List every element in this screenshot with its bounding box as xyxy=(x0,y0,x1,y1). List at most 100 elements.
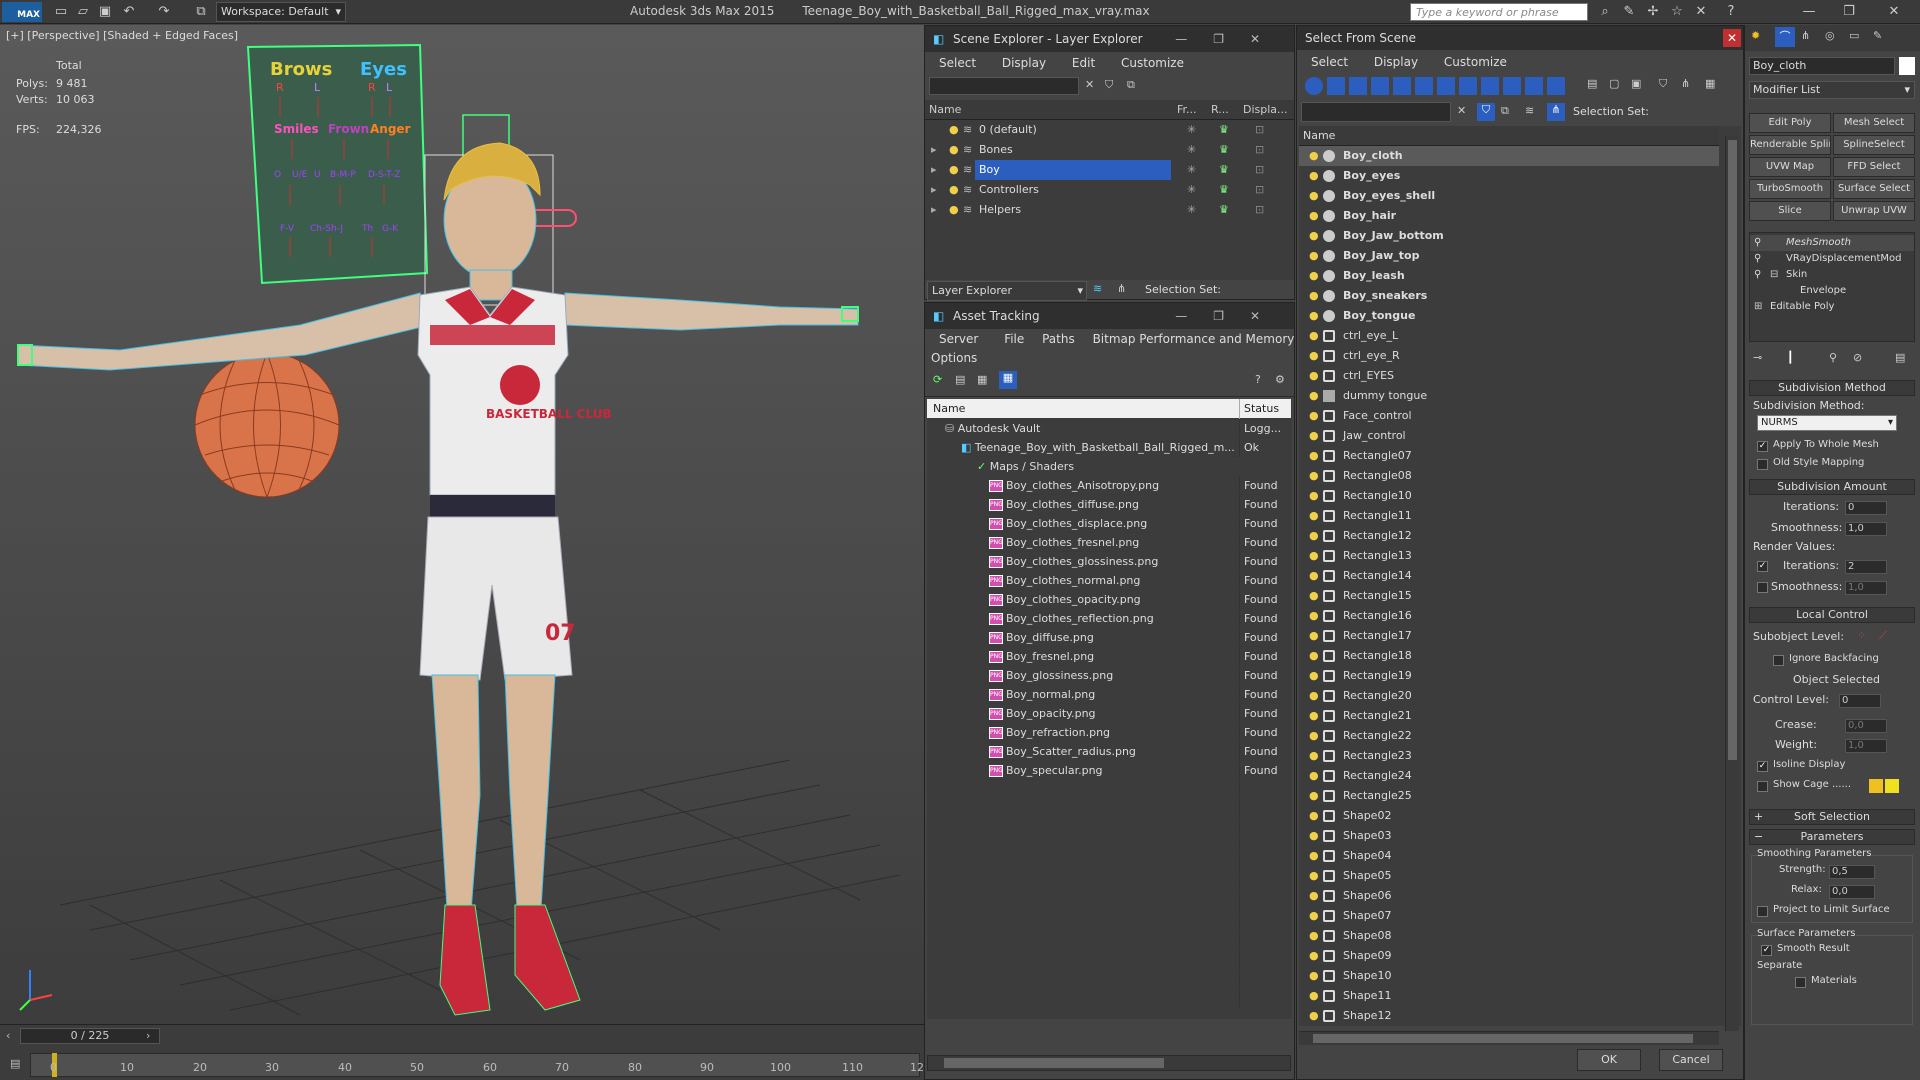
scene-object-row[interactable]: ● Jaw_control xyxy=(1299,426,1719,446)
asset-row[interactable]: ◧ Teenage_Boy_with_Basketball_Ball_Rigge… xyxy=(927,438,1291,457)
asset-row[interactable]: PNG Boy_refraction.png Found xyxy=(927,723,1291,742)
render-icon[interactable]: ♛ xyxy=(1219,180,1229,200)
list-view-icon[interactable]: ▤ xyxy=(955,373,965,386)
light-bulb-icon[interactable]: ● xyxy=(1309,406,1319,426)
render-smoothness-spinner[interactable]: 1,0 xyxy=(1845,581,1887,595)
turbosmooth-button[interactable]: TurboSmooth xyxy=(1749,179,1831,199)
smooth-result-checkbox[interactable]: ✓ xyxy=(1761,945,1772,956)
hierarchy-active-icon[interactable]: ⋔ xyxy=(1547,103,1565,121)
filter-groups-icon[interactable] xyxy=(1437,77,1455,95)
light-bulb-icon[interactable]: ● xyxy=(1309,666,1319,686)
asset-row[interactable]: ✓ Maps / Shaders xyxy=(927,457,1291,476)
timeline[interactable]: ‹ 0 / 225 › ▤ 0 10 20 30 40 50 60 70 80 … xyxy=(0,1024,924,1080)
renderable-spline-button[interactable]: Renderable Spline xyxy=(1749,135,1831,155)
light-bulb-icon[interactable]: ● xyxy=(1309,746,1319,766)
light-bulb-icon[interactable]: ● xyxy=(1309,946,1319,966)
clear-search-icon[interactable]: ✕ xyxy=(1457,104,1466,117)
scene-object-row[interactable]: ● Rectangle20 xyxy=(1299,686,1719,706)
layer-row[interactable]: ▸ ● ≋ Bones ✳ ♛ ⊡ xyxy=(925,140,1294,160)
display-icon[interactable]: ⊡ xyxy=(1255,200,1264,220)
col-asset-name[interactable]: Name xyxy=(933,399,965,419)
spline-select-button[interactable]: SplineSelect xyxy=(1833,135,1915,155)
asset-row[interactable]: PNG Boy_clothes_normal.png Found xyxy=(927,571,1291,590)
table-view-icon[interactable]: ▦ xyxy=(999,371,1017,389)
layer-row[interactable]: ▸ ● ≋ Helpers ✳ ♛ ⊡ xyxy=(925,200,1294,220)
layers-icon[interactable]: ⧉ xyxy=(1127,78,1135,92)
filter-spacewarps-icon[interactable] xyxy=(1415,77,1433,95)
light-bulb-icon[interactable]: ● xyxy=(1309,586,1319,606)
light-bulb-icon[interactable]: ● xyxy=(1309,846,1319,866)
surface-select-button[interactable]: Surface Select xyxy=(1833,179,1915,199)
col-freeze[interactable]: Fr... xyxy=(1177,100,1197,120)
slice-button[interactable]: Slice xyxy=(1749,201,1831,221)
filter-bones-icon[interactable] xyxy=(1481,77,1499,95)
options-icon[interactable]: ▦ xyxy=(1705,77,1715,90)
show-cage-checkbox[interactable] xyxy=(1757,781,1768,792)
filter-helpers-icon[interactable] xyxy=(1393,77,1411,95)
window-buttons[interactable]: —❐✕ xyxy=(1175,26,1286,52)
motion-tab-icon[interactable]: ◎ xyxy=(1825,29,1835,42)
light-bulb-icon[interactable]: ● xyxy=(1309,826,1319,846)
asset-row[interactable]: PNG Boy_glossiness.png Found xyxy=(927,666,1291,685)
light-bulb-icon[interactable]: ● xyxy=(1309,366,1319,386)
asset-row[interactable]: PNG Boy_fresnel.png Found xyxy=(927,647,1291,666)
freeze-icon[interactable]: ✳ xyxy=(1187,140,1196,160)
show-end-result-icon[interactable]: ┃ xyxy=(1787,351,1794,364)
bulb-icon[interactable]: ● xyxy=(949,140,959,160)
next-frame-icon[interactable]: › xyxy=(146,1029,150,1042)
stack-item-editable-poly[interactable]: ⊞ Editable Poly xyxy=(1750,299,1914,315)
layer-row[interactable]: ▸ ● ≋ Boy ✳ ♛ ⊡ xyxy=(925,160,1294,180)
redo-icon[interactable]: ↷ xyxy=(155,3,173,21)
expand-icon[interactable]: ▸ xyxy=(931,200,937,220)
create-tab-icon[interactable]: ✹ xyxy=(1751,29,1760,42)
light-bulb-icon[interactable]: ● xyxy=(1309,866,1319,886)
collapse-icon[interactable]: ⊟ xyxy=(1770,267,1778,283)
scene-object-row[interactable]: ● Shape11 xyxy=(1299,986,1719,1006)
select-search-input[interactable] xyxy=(1301,102,1451,122)
menu-file[interactable]: File xyxy=(1004,332,1024,346)
bulb-icon[interactable]: ● xyxy=(949,180,959,200)
light-bulb-icon[interactable]: ● xyxy=(1309,186,1319,206)
asset-row[interactable]: PNG Boy_diffuse.png Found xyxy=(927,628,1291,647)
menu-server[interactable]: Server xyxy=(939,332,978,346)
scene-object-row[interactable]: ● Shape04 xyxy=(1299,846,1719,866)
scene-object-row[interactable]: ● Rectangle14 xyxy=(1299,566,1719,586)
thumbnail-view-icon[interactable]: ▦ xyxy=(977,373,987,386)
scene-object-row[interactable]: ● Shape03 xyxy=(1299,826,1719,846)
asset-row[interactable]: PNG Boy_Scatter_radius.png Found xyxy=(927,742,1291,761)
expand-icon[interactable]: ▸ xyxy=(931,180,937,200)
light-bulb-icon[interactable]: ● xyxy=(1309,646,1319,666)
freeze-icon[interactable]: ✳ xyxy=(1187,200,1196,220)
scene-object-row[interactable]: ● ctrl_eye_L xyxy=(1299,326,1719,346)
display-icon[interactable]: ⊡ xyxy=(1255,140,1264,160)
menu-select[interactable]: Select xyxy=(939,56,976,70)
asset-row[interactable]: PNG Boy_clothes_glossiness.png Found xyxy=(927,552,1291,571)
tools-icon[interactable]: ✎ xyxy=(1620,3,1638,21)
perspective-viewport[interactable]: [+] [Perspective] [Shaded + Edged Faces]… xyxy=(0,25,924,1040)
close-icon[interactable]: ✕ xyxy=(1885,3,1903,21)
asset-row[interactable]: PNG Boy_opacity.png Found xyxy=(927,704,1291,723)
menu-options[interactable]: Options xyxy=(931,351,977,365)
menu-edit[interactable]: Edit xyxy=(1072,56,1095,70)
settings-icon[interactable]: ⚙ xyxy=(1275,373,1285,386)
workspace-dropdown[interactable]: Workspace: Default ▾ xyxy=(216,2,346,22)
scene-object-row[interactable]: ● Shape12 xyxy=(1299,1006,1719,1026)
display-icon[interactable]: ⊡ xyxy=(1255,180,1264,200)
freeze-icon[interactable]: ✳ xyxy=(1187,180,1196,200)
render-iterations-spinner[interactable]: 2 xyxy=(1845,560,1887,574)
light-bulb-icon[interactable]: ● xyxy=(1309,326,1319,346)
ok-button[interactable]: OK xyxy=(1577,1049,1641,1071)
light-bulb-icon[interactable]: ● xyxy=(1309,1006,1319,1026)
scene-object-row[interactable]: ● Boy_Jaw_bottom xyxy=(1299,226,1719,246)
light-bulb-icon[interactable]: ● xyxy=(1309,566,1319,586)
render-iterations-checkbox[interactable]: ✓ xyxy=(1757,561,1768,572)
hierarchy-mode-icon[interactable]: ⋔ xyxy=(1117,282,1126,295)
light-bulb-icon[interactable]: ● xyxy=(1309,906,1319,926)
asset-row[interactable]: PNG Boy_clothes_Anisotropy.png Found xyxy=(927,476,1291,495)
stack-item-vraydisplacement[interactable]: ⚲ VRayDisplacementMod xyxy=(1750,251,1914,267)
scene-object-row[interactable]: ● Rectangle25 xyxy=(1299,786,1719,806)
light-bulb-icon[interactable]: ⚲ xyxy=(1754,251,1761,267)
menu-display[interactable]: Display xyxy=(1002,56,1046,70)
filter-containers-icon[interactable] xyxy=(1503,77,1521,95)
new-file-icon[interactable]: ▭ xyxy=(52,3,70,21)
